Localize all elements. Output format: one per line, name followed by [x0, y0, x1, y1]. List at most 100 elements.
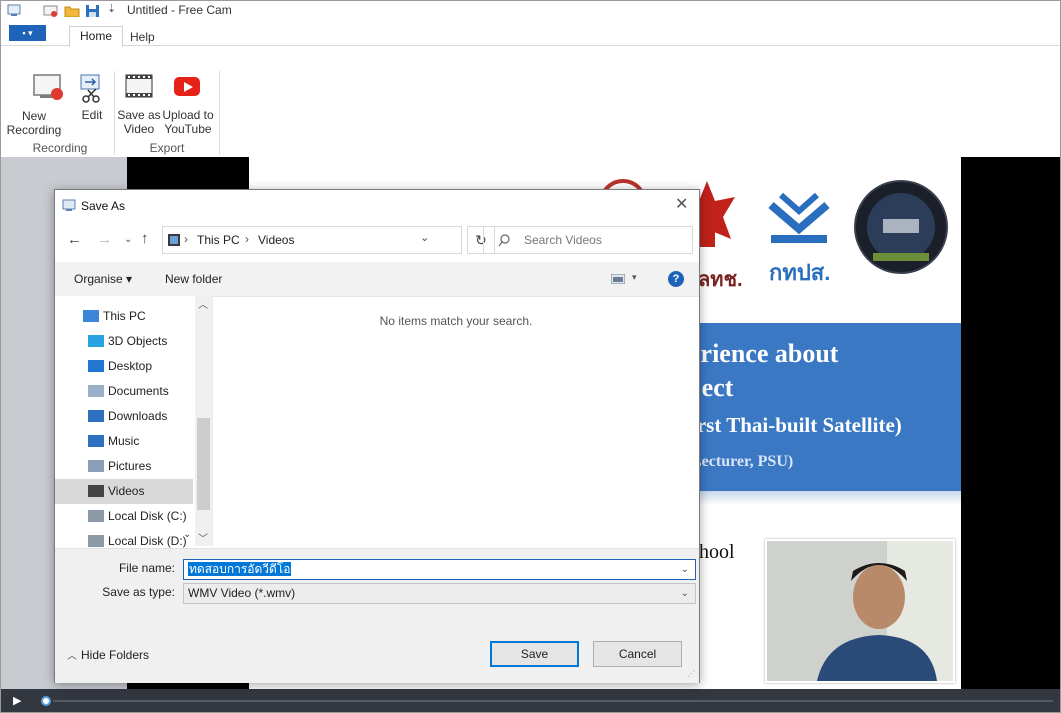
tree-item-label: Pictures [108, 459, 152, 473]
recent-locations-chevron-icon[interactable]: ⌄ [124, 234, 132, 245]
edit-button[interactable]: Edit [77, 71, 107, 122]
file-menu-button[interactable]: ▪ ▾ [9, 25, 46, 41]
view-dropdown-icon[interactable]: ▾ [632, 272, 637, 283]
slide-presenter: Lecturer, PSU) [691, 453, 794, 470]
save-options-panel: File name: ทดสอบการอัดวีดีโอ ⌄ Save as t… [55, 548, 699, 683]
tree-item-desktop[interactable]: Desktop [55, 354, 193, 379]
dialog-title: Save As [81, 199, 126, 213]
organise-button[interactable]: Organise ▾ [74, 272, 132, 286]
tree-item-downloads[interactable]: Downloads [55, 404, 193, 429]
export-group: Export [119, 141, 215, 155]
window-title: Untitled - Free Cam [127, 3, 232, 17]
tree-item-videos[interactable]: Videos [55, 479, 193, 504]
new-folder-button[interactable]: New folder [165, 272, 222, 286]
address-bar[interactable]: › This PC › Videos ⌄ [162, 226, 462, 254]
dialog-toolbar: Organise ▾ New folder ▾ ? [55, 262, 699, 297]
videos-icon [88, 485, 104, 497]
hide-folders-label: Hide Folders [81, 648, 150, 662]
tab-home[interactable]: Home [69, 26, 124, 47]
file-name-label: File name: [118, 561, 175, 575]
edit-scissors-icon [80, 74, 100, 103]
documents-icon [88, 385, 104, 397]
tree-item-label: Documents [108, 384, 169, 398]
file-name-input[interactable]: ทดสอบการอัดวีดีโอ ⌄ [183, 559, 696, 580]
webcam-overlay [765, 539, 955, 683]
save-type-label: Save as type: [102, 585, 175, 599]
webcam-person-image [767, 541, 953, 681]
tree-item-local-disk-c[interactable]: Local Disk (C:) [55, 504, 193, 529]
tree-item-label: Desktop [108, 359, 153, 373]
ribbon-separator [219, 71, 220, 155]
spaceflight-patch-logo [854, 180, 948, 274]
tree-item-local-disk-d[interactable]: Local Disk (D:) [55, 529, 193, 554]
recording-group: Recording [13, 141, 107, 155]
search-box[interactable]: Search Videos [483, 226, 693, 254]
cancel-button[interactable]: Cancel [593, 641, 682, 667]
save-type-select[interactable]: WMV Video (*.wmv) ⌄ [183, 583, 696, 604]
tree-item-3d-objects[interactable]: 3D Objects [55, 329, 193, 354]
record-icon[interactable] [43, 4, 59, 17]
this-pc-icon [83, 310, 99, 322]
save-icon[interactable] [85, 4, 101, 17]
logo-text-1: ลทช. [698, 269, 743, 291]
close-icon[interactable]: ✕ [675, 194, 688, 214]
save-type-dropdown-icon[interactable]: ⌄ [681, 584, 689, 603]
tree-item-label: 3D Objects [108, 334, 168, 348]
empty-results-message: No items match your search. [379, 314, 533, 328]
tree-item-label: Local Disk (D:) [108, 534, 187, 548]
tree-item-label: This PC [103, 309, 146, 323]
open-folder-icon[interactable] [64, 4, 80, 17]
back-arrow-icon[interactable]: ← [67, 231, 82, 248]
save-as-video-label: Save as Video [117, 108, 161, 136]
app-icon [7, 4, 21, 16]
hide-folders-toggle[interactable]: ︿ Hide Folders [67, 647, 149, 662]
up-arrow-icon[interactable]: ↑ [141, 230, 149, 247]
pane-divider[interactable] [212, 296, 213, 548]
film-strip-icon [125, 74, 153, 98]
search-icon [498, 234, 510, 247]
tree-item-documents[interactable]: Documents [55, 379, 193, 404]
expand-chevron-icon[interactable]: ⌄ [183, 529, 191, 540]
breadcrumb-chevron-icon: › [245, 232, 249, 246]
view-options-icon[interactable] [611, 274, 625, 284]
seek-handle[interactable] [41, 696, 51, 706]
scroll-down-icon[interactable]: ﹀ [198, 530, 208, 545]
pictures-icon [88, 460, 104, 472]
tree-item-pictures[interactable]: Pictures [55, 454, 193, 479]
new-recording-button[interactable]: New Recording [7, 71, 75, 137]
collapse-chevron-icon: ︿ [67, 651, 77, 662]
help-icon[interactable]: ? [668, 271, 684, 287]
nbtc-fund-logo [768, 192, 830, 243]
breadcrumb-this-pc[interactable]: This PC [197, 233, 240, 247]
address-dropdown-icon[interactable]: ⌄ [420, 231, 429, 244]
scrollbar-thumb[interactable] [197, 418, 210, 510]
slide-title-line-1: erience about [689, 339, 839, 368]
customize-toolbar-icon[interactable]: ⇣ [107, 2, 116, 15]
new-recording-icon [33, 74, 63, 100]
search-placeholder: Search Videos [524, 233, 602, 247]
upload-youtube-button[interactable]: Upload to YouTube [161, 71, 214, 136]
videos-folder-icon [168, 234, 180, 246]
play-icon[interactable]: ▶ [13, 694, 21, 707]
breadcrumb-videos[interactable]: Videos [258, 233, 294, 247]
youtube-icon [174, 77, 200, 96]
ribbon-tab-row [1, 20, 1060, 46]
music-icon [88, 435, 104, 447]
save-button[interactable]: Save [490, 641, 579, 667]
forward-arrow-icon[interactable]: → [97, 231, 112, 248]
dialog-icon [62, 199, 76, 211]
scroll-up-icon[interactable]: ︿ [198, 296, 208, 311]
slide-body-text: hool [699, 541, 735, 563]
tree-item-this-pc[interactable]: This PC [55, 304, 193, 329]
local-disk-d-icon [88, 535, 104, 547]
save-as-video-button[interactable]: Save as Video [117, 71, 161, 136]
tree-item-label: Videos [108, 484, 145, 498]
slide-subtitle: irst Thai-built Satellite) [691, 413, 902, 437]
file-name-dropdown-icon[interactable]: ⌄ [681, 560, 689, 579]
tree-item-label: Music [108, 434, 140, 448]
seek-track[interactable] [53, 700, 1053, 702]
tab-help[interactable]: Help [130, 28, 155, 46]
ribbon: New Recording Edit Recording Save as Vid… [1, 47, 1060, 158]
resize-grip-icon[interactable]: ⋰ [687, 669, 695, 678]
tree-item-music[interactable]: Music [55, 429, 193, 454]
